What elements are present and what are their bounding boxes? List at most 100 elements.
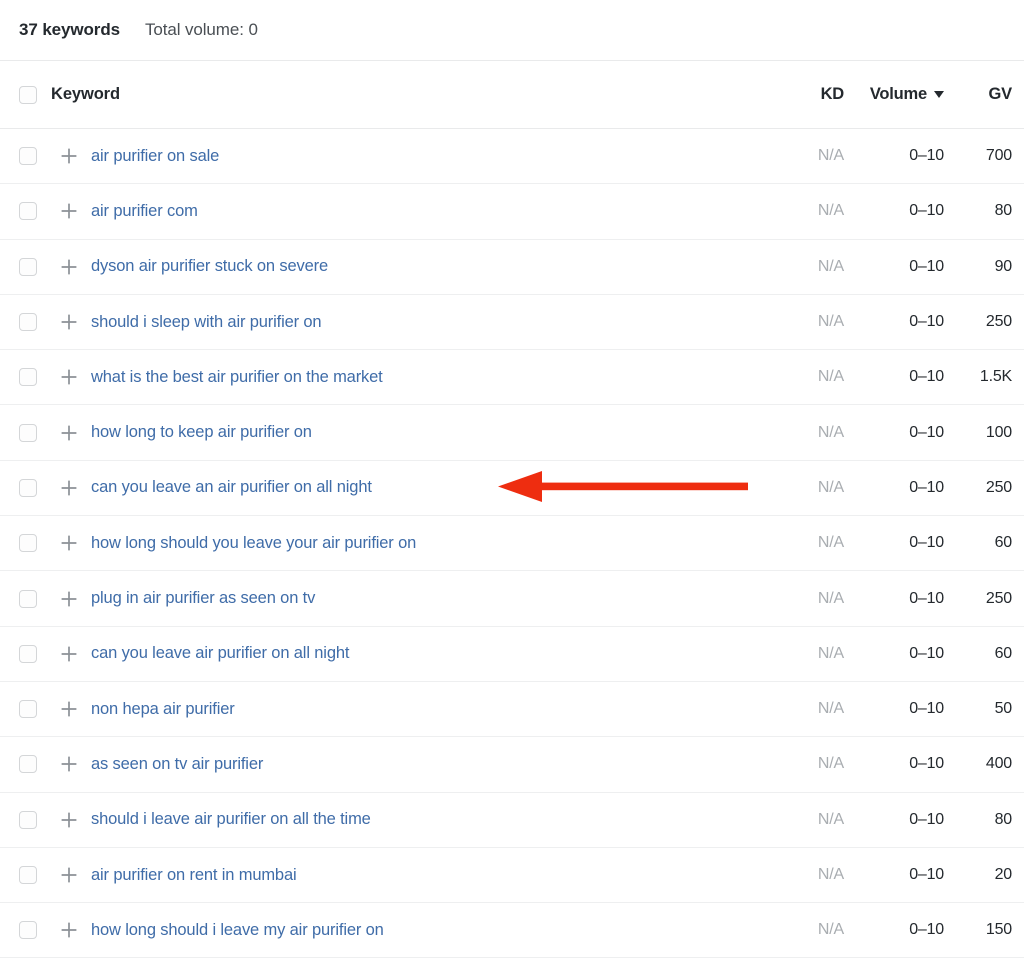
- table-row[interactable]: dyson air purifier stuck on severe N/A 0–1…: [0, 240, 1024, 295]
- keyword-link[interactable]: plug in air purifier as seen on tv: [91, 589, 315, 607]
- volume-value: 0–10: [909, 755, 944, 773]
- keyword-cell: plug in air purifier as seen on tv: [91, 589, 758, 608]
- row-checkbox[interactable]: [19, 368, 37, 387]
- keyword-count: 37 keywords: [19, 20, 120, 39]
- row-checkbox[interactable]: [19, 423, 37, 442]
- row-checkbox[interactable]: [19, 257, 37, 276]
- table-body: air purifier on sale N/A 0–10 700 air purifi…: [0, 129, 1024, 959]
- gv-value: 20: [994, 866, 1013, 883]
- plus-icon[interactable]: [58, 147, 80, 165]
- gv-value: 100: [985, 423, 1012, 441]
- keyword-link[interactable]: air purifier on sale: [91, 147, 219, 165]
- keyword-link[interactable]: air purifier com: [91, 202, 198, 220]
- gv-value: 80: [994, 202, 1013, 220]
- row-checkbox[interactable]: [19, 644, 37, 663]
- kd-value: N/A: [817, 368, 844, 386]
- gv-value: 80: [994, 810, 1013, 828]
- volume-value: 0–10: [909, 423, 944, 441]
- keyword-link[interactable]: dyson air purifier stuck on severe: [91, 257, 328, 275]
- column-header-volume[interactable]: Volume: [844, 85, 944, 104]
- plus-icon[interactable]: [58, 590, 80, 608]
- row-checkbox[interactable]: [19, 202, 37, 221]
- keyword-link[interactable]: how long should i leave my air purifier …: [91, 921, 384, 939]
- plus-icon[interactable]: [58, 811, 80, 829]
- table-row[interactable]: as seen on tv air purifier N/A 0–10 400: [0, 737, 1024, 793]
- keyword-cell: should i leave air purifier on all the t…: [91, 810, 758, 829]
- plus-icon[interactable]: [58, 202, 80, 220]
- kd-value: N/A: [817, 534, 844, 552]
- volume-value: 0–10: [909, 810, 944, 828]
- plus-icon[interactable]: [58, 645, 80, 663]
- kd-value: N/A: [817, 313, 844, 331]
- plus-icon[interactable]: [58, 700, 80, 718]
- row-checkbox[interactable]: [19, 866, 37, 884]
- row-checkbox[interactable]: [19, 921, 37, 940]
- keyword-cell: what is the best air purifier on the mar…: [91, 368, 758, 387]
- table-row[interactable]: should i leave air purifier on all the t…: [0, 793, 1024, 848]
- keyword-link[interactable]: air purifier on rent in mumbai: [91, 866, 297, 884]
- column-header-volume-label: Volume: [869, 85, 927, 103]
- plus-icon[interactable]: [58, 313, 80, 331]
- volume-value: 0–10: [909, 866, 944, 883]
- column-header-gv[interactable]: GV: [944, 85, 1013, 104]
- row-checkbox[interactable]: [19, 700, 37, 719]
- table-row[interactable]: plug in air purifier as seen on tv N/A 0–1…: [0, 571, 1024, 627]
- kd-value: N/A: [817, 755, 844, 773]
- table-row[interactable]: how long to keep air purifier on N/A 0–10 1…: [0, 405, 1024, 461]
- row-checkbox[interactable]: [19, 755, 37, 774]
- select-all-checkbox[interactable]: [19, 85, 37, 104]
- plus-icon[interactable]: [58, 258, 80, 276]
- table-row[interactable]: non hepa air purifier N/A 0–10 50: [0, 682, 1024, 738]
- keyword-link[interactable]: can you leave an air purifier on all nig…: [91, 478, 372, 496]
- keyword-link[interactable]: should i leave air purifier on all the t…: [91, 810, 371, 828]
- plus-icon[interactable]: [58, 866, 80, 884]
- keyword-link[interactable]: should i sleep with air purifier on: [91, 313, 322, 331]
- kd-value: N/A: [817, 147, 844, 165]
- table-row[interactable]: can you leave an air purifier on all nig…: [0, 461, 1024, 517]
- table-row[interactable]: what is the best air purifier on the mar…: [0, 350, 1024, 406]
- keyword-link[interactable]: non hepa air purifier: [91, 700, 235, 718]
- keyword-link[interactable]: how long should you leave your air purif…: [91, 534, 416, 552]
- row-checkbox[interactable]: [19, 313, 37, 332]
- keyword-cell: dyson air purifier stuck on severe: [91, 257, 758, 276]
- kd-value: N/A: [817, 423, 844, 441]
- kd-value: N/A: [817, 644, 844, 662]
- table-row[interactable]: how long should i leave my air purifier …: [0, 903, 1024, 959]
- volume-value: 0–10: [909, 921, 944, 939]
- table-row[interactable]: how long should you leave your air purif…: [0, 516, 1024, 572]
- gv-value: 50: [994, 700, 1013, 718]
- row-checkbox[interactable]: [19, 534, 37, 553]
- keyword-link[interactable]: as seen on tv air purifier: [91, 755, 263, 773]
- table-row[interactable]: can you leave air purifier on all night N…: [0, 627, 1024, 682]
- plus-icon[interactable]: [58, 368, 80, 386]
- column-header-kd[interactable]: KD: [758, 85, 845, 104]
- plus-icon[interactable]: [58, 479, 80, 497]
- table-row[interactable]: should i sleep with air purifier on N/A 0–…: [0, 295, 1024, 351]
- keyword-link[interactable]: what is the best air purifier on the mar…: [91, 368, 383, 386]
- row-checkbox[interactable]: [19, 810, 37, 829]
- keyword-link[interactable]: how long to keep air purifier on: [91, 423, 312, 441]
- table-row[interactable]: air purifier com N/A 0–10 80: [0, 184, 1024, 240]
- table-row[interactable]: air purifier on sale N/A 0–10 700: [0, 129, 1024, 185]
- row-checkbox[interactable]: [19, 589, 37, 608]
- plus-icon[interactable]: [58, 534, 80, 552]
- row-checkbox[interactable]: [19, 147, 37, 166]
- row-checkbox[interactable]: [19, 478, 37, 497]
- volume-value: 0–10: [909, 257, 944, 275]
- keyword-cell: air purifier on rent in mumbai: [91, 866, 758, 885]
- plus-icon[interactable]: [58, 424, 80, 442]
- gv-value: 1.5K: [979, 368, 1012, 386]
- keyword-cell: should i sleep with air purifier on: [91, 313, 758, 332]
- keyword-link[interactable]: can you leave air purifier on all night: [91, 644, 349, 662]
- column-header-keyword[interactable]: Keyword: [51, 85, 758, 104]
- gv-value: 250: [985, 589, 1012, 607]
- volume-value: 0–10: [909, 147, 944, 165]
- plus-icon[interactable]: [58, 755, 80, 773]
- table-row[interactable]: air purifier on rent in mumbai N/A 0–10 20: [0, 848, 1024, 904]
- gv-value: 90: [994, 257, 1013, 275]
- volume-value: 0–10: [909, 534, 944, 552]
- gv-value: 250: [985, 313, 1012, 331]
- plus-icon[interactable]: [58, 921, 80, 939]
- gv-value: 700: [985, 147, 1012, 165]
- kd-value: N/A: [817, 202, 844, 220]
